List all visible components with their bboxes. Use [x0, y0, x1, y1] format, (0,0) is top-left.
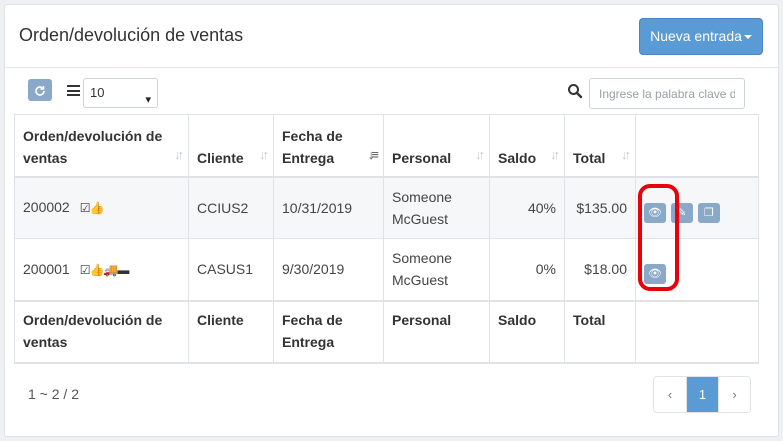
staff-cell: Someone McGuest — [383, 238, 490, 301]
table-row[interactable]: 200001 ☑👍🚚▬ CASUS1 9/30/2019 Someone McGu… — [14, 238, 759, 301]
footer-label: Fecha de Entrega — [273, 299, 384, 364]
prev-page-button[interactable]: ‹ — [654, 377, 686, 412]
client-cell: CASUS1 — [188, 238, 274, 301]
order-number: 200002 — [23, 199, 70, 216]
client-cell: CCIUS2 — [188, 176, 274, 239]
page-size-value: 10 — [90, 85, 105, 100]
sort-icon: ↓↑ — [621, 146, 631, 162]
column-header-label: Fecha de Entrega — [282, 127, 343, 166]
column-header-label: Orden/devolución de ventas — [23, 127, 163, 166]
column-header-balance[interactable]: Saldo ↓↑ — [489, 114, 565, 178]
new-entry-button[interactable]: Nueva entrada — [639, 18, 763, 55]
view-button[interactable]: 👁 — [644, 264, 666, 285]
record-count: 1 ~ 2 / 2 — [28, 386, 79, 402]
footer-label: Saldo — [489, 299, 565, 364]
footer-label: Total — [564, 299, 636, 364]
sort-icon: ↓↑ — [550, 146, 560, 162]
copy-button[interactable]: ❐ — [697, 202, 720, 223]
sort-desc-icon: ↓≡ — [367, 146, 379, 162]
column-header-date[interactable]: Fecha de Entrega ↓≡ — [273, 114, 384, 178]
actions-cell: 👁 ✎ ❐ — [635, 176, 759, 239]
eye-icon: 👁 — [648, 268, 662, 281]
total-cell: $18.00 — [564, 238, 636, 301]
footer-label: Personal — [383, 299, 490, 364]
footer-label: Orden/devolución de ventas — [14, 299, 189, 364]
footer-empty — [635, 299, 759, 364]
footer-label: Cliente — [188, 299, 274, 364]
balance-cell: 40% — [489, 176, 565, 239]
list-icon — [67, 85, 80, 96]
date-cell: 9/30/2019 — [273, 238, 384, 301]
panel-header: Orden/devolución de ventas Nueva entrada — [5, 5, 778, 68]
date-cell: 10/31/2019 — [273, 176, 384, 239]
next-page-button[interactable]: › — [718, 377, 750, 412]
column-header-total[interactable]: Total ↓↑ — [564, 114, 636, 178]
search-icon — [568, 84, 583, 99]
caret-down-icon — [743, 35, 752, 40]
column-header-label: Cliente — [197, 149, 244, 166]
staff-cell: Someone McGuest — [383, 176, 490, 239]
pagination: ‹ 1 › — [653, 376, 751, 413]
page-title: Orden/devolución de ventas — [19, 25, 244, 45]
table-row[interactable]: 200002 ☑👍 CCIUS2 10/31/2019 Someone McGue… — [14, 176, 759, 239]
total-cell: $135.00 — [564, 176, 636, 239]
sort-icon: ↓↑ — [174, 146, 184, 162]
sort-icon: ↓↑ — [475, 146, 485, 162]
table-toolbar: 10 ▾ — [0, 74, 783, 114]
order-cell: 200002 ☑👍 — [14, 176, 189, 239]
edit-button[interactable]: ✎ — [670, 202, 693, 223]
column-header-order[interactable]: Orden/devolución de ventas ↓↑ — [14, 114, 189, 178]
new-entry-label: Nueva entrada — [650, 28, 742, 44]
page-1-button[interactable]: 1 — [686, 377, 718, 412]
column-header-actions — [635, 114, 759, 178]
column-header-label: Personal — [392, 149, 452, 166]
table-footer-row: Orden/devolución de ventas Cliente Fecha… — [14, 299, 759, 364]
view-button[interactable]: 👁 — [644, 202, 666, 223]
edit-icon: ✎ — [677, 206, 687, 219]
eye-icon: 👁 — [648, 206, 662, 219]
column-header-label: Saldo — [498, 149, 537, 166]
copy-icon: ❐ — [703, 206, 714, 219]
column-header-staff[interactable]: Personal ↓↑ — [383, 114, 490, 178]
refresh-button[interactable] — [28, 79, 52, 101]
column-header-label: Total — [573, 149, 606, 166]
actions-cell: 👁 — [635, 238, 759, 301]
sales-order-table: Orden/devolución de ventas ↓↑ Cliente ↓↑ F… — [14, 114, 759, 364]
sort-icon: ↓↑ — [259, 146, 269, 162]
search-input[interactable] — [589, 78, 745, 109]
page-size-select[interactable]: 10 ▾ — [83, 78, 158, 108]
balance-cell: 0% — [489, 238, 565, 301]
column-header-client[interactable]: Cliente ↓↑ — [188, 114, 274, 178]
order-number: 200001 — [23, 260, 70, 277]
table-header-row: Orden/devolución de ventas ↓↑ Cliente ↓↑ F… — [14, 114, 759, 178]
status-icons: ☑👍 — [79, 201, 105, 216]
status-icons: ☑👍🚚▬ — [79, 262, 130, 277]
order-cell: 200001 ☑👍🚚▬ — [14, 238, 189, 301]
chevron-down-icon: ▾ — [145, 94, 151, 106]
refresh-icon — [35, 85, 45, 96]
